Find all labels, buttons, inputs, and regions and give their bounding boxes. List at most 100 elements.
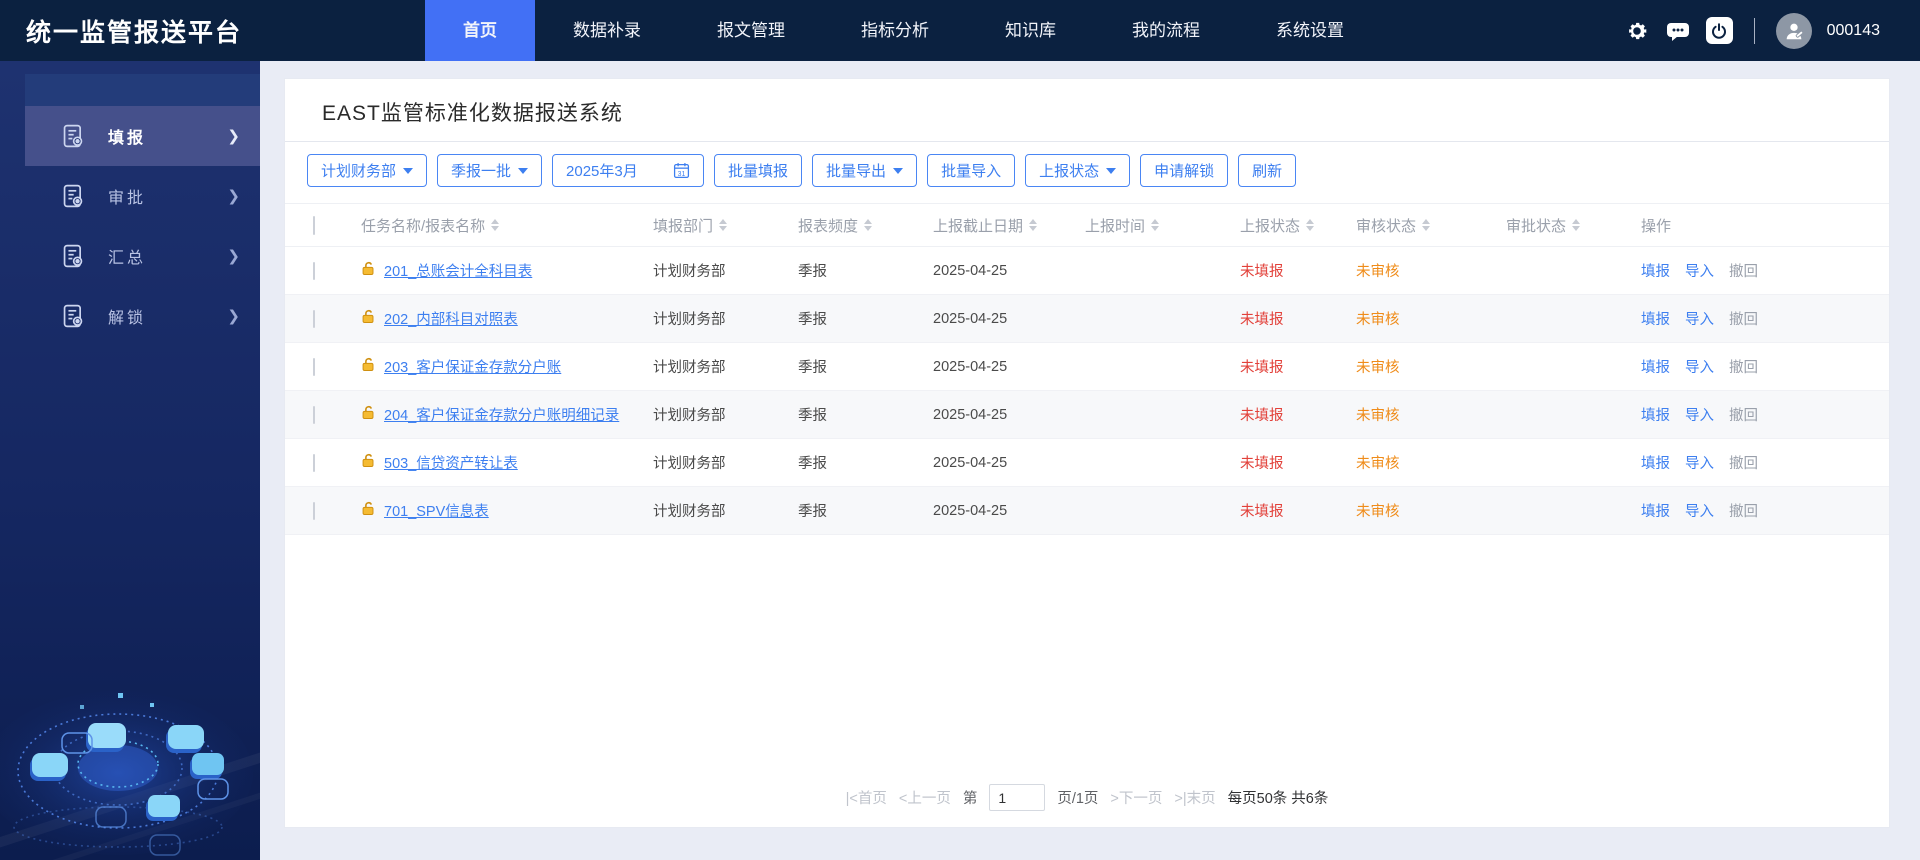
report-name-link[interactable]: 701_SPV信息表: [384, 500, 489, 521]
action-fill-link[interactable]: 填报: [1641, 308, 1670, 329]
toolbar-button[interactable]: 季报一批 31: [437, 154, 543, 187]
cell-audit-status: 未审核: [1356, 264, 1400, 280]
pagination-prev[interactable]: <上一页: [899, 787, 951, 808]
column-header[interactable]: 填报部门: [653, 215, 798, 236]
select-all-checkbox[interactable]: [313, 215, 315, 235]
action-import-link[interactable]: 导入: [1685, 308, 1714, 329]
action-withdraw-link[interactable]: 撤回: [1729, 356, 1758, 377]
sort-icon[interactable]: [1029, 219, 1038, 231]
topnav-item-指标分析[interactable]: 指标分析: [823, 0, 967, 61]
action-fill-link[interactable]: 填报: [1641, 500, 1670, 521]
toolbar-button[interactable]: 刷新 31: [1238, 154, 1297, 187]
cell-report-status: 未填报: [1240, 264, 1284, 280]
cell-department: 计划财务部: [653, 312, 726, 328]
row-checkbox[interactable]: [313, 357, 315, 376]
action-import-link[interactable]: 导入: [1685, 260, 1714, 281]
action-withdraw-link[interactable]: 撤回: [1729, 260, 1758, 281]
topnav-item-数据补录[interactable]: 数据补录: [535, 0, 679, 61]
sidebar-item-解锁[interactable]: 解锁 ❯: [25, 286, 260, 346]
pagination-next[interactable]: >下一页: [1110, 787, 1162, 808]
report-name-link[interactable]: 204_客户保证金存款分户账明细记录: [384, 404, 619, 425]
action-import-link[interactable]: 导入: [1685, 500, 1714, 521]
topnav-item-我的流程[interactable]: 我的流程: [1094, 0, 1238, 61]
topnav-item-报文管理[interactable]: 报文管理: [679, 0, 823, 61]
pagination-page-input[interactable]: [989, 784, 1046, 811]
sort-icon[interactable]: [1306, 219, 1315, 231]
cell-report-status: 未填报: [1240, 408, 1284, 424]
column-header[interactable]: 任务名称/报表名称: [361, 215, 653, 236]
action-withdraw-link[interactable]: 撤回: [1729, 500, 1758, 521]
cell-audit-status: 未审核: [1356, 504, 1400, 520]
topnav-item-系统设置[interactable]: 系统设置: [1238, 0, 1382, 61]
app-title: 统一监管报送平台: [26, 18, 243, 47]
topnav-item-首页[interactable]: 首页: [425, 0, 535, 61]
date-picker[interactable]: 2025年3月 31: [552, 154, 705, 187]
row-checkbox[interactable]: [313, 453, 315, 472]
sidebar-item-label: 汇总: [108, 250, 147, 267]
toolbar-button[interactable]: 批量填报 31: [714, 154, 803, 187]
action-fill-link[interactable]: 填报: [1641, 404, 1670, 425]
gear-icon[interactable]: [1624, 18, 1650, 44]
chevron-right-icon: ❯: [227, 128, 240, 145]
column-header[interactable]: 上报截止日期: [933, 215, 1085, 236]
column-header-label: 操作: [1641, 217, 1672, 235]
lock-open-icon: [361, 405, 376, 424]
top-menu: 首页 数据补录 报文管理 指标分析 知识库 我的流程 系统设置: [425, 0, 1382, 61]
pagination-summary: 每页50条 共6条: [1227, 791, 1329, 807]
sort-icon[interactable]: [491, 219, 500, 231]
column-header[interactable]: 上报状态: [1240, 215, 1356, 236]
pagination-first[interactable]: |<首页: [846, 787, 887, 808]
sidebar-item-汇总[interactable]: 汇总 ❯: [25, 226, 260, 286]
action-withdraw-link[interactable]: 撤回: [1729, 404, 1758, 425]
column-header[interactable]: 审批状态: [1506, 215, 1641, 236]
user-avatar-icon[interactable]: [1775, 12, 1812, 49]
sidebar-header-band: [25, 74, 260, 106]
sidebar-decoration-illustration: [0, 691, 260, 860]
column-header[interactable]: 审核状态: [1356, 215, 1506, 236]
topnav-item-label: 首页: [463, 21, 497, 40]
sidebar-item-填报[interactable]: 填报 ❯: [25, 106, 260, 166]
column-header[interactable]: 上报时间: [1085, 215, 1240, 236]
report-name-link[interactable]: 201_总账会计全科目表: [384, 260, 532, 281]
column-header[interactable]: 操作: [1641, 215, 1889, 236]
sort-icon[interactable]: [719, 219, 728, 231]
cell-deadline: 2025-04-25: [933, 358, 1008, 375]
action-import-link[interactable]: 导入: [1685, 356, 1714, 377]
report-doc-icon: [60, 183, 86, 209]
action-import-link[interactable]: 导入: [1685, 452, 1714, 473]
cell-frequency: 季报: [798, 456, 827, 472]
cell-frequency: 季报: [798, 504, 827, 520]
action-import-link[interactable]: 导入: [1685, 404, 1714, 425]
sort-icon[interactable]: [1151, 219, 1160, 231]
column-header[interactable]: 报表频度: [798, 215, 933, 236]
sidebar-item-审批[interactable]: 审批 ❯: [25, 166, 260, 226]
sidebar: 填报 ❯ 审批 ❯ 汇总 ❯ 解锁 ❯: [0, 61, 260, 860]
action-fill-link[interactable]: 填报: [1641, 260, 1670, 281]
topnav-item-知识库[interactable]: 知识库: [967, 0, 1094, 61]
toolbar-button[interactable]: 申请解锁 31: [1140, 154, 1229, 187]
sort-icon[interactable]: [1572, 219, 1581, 231]
pagination-last[interactable]: >|末页: [1174, 787, 1215, 808]
power-icon[interactable]: [1705, 17, 1733, 44]
report-name-link[interactable]: 203_客户保证金存款分户账: [384, 356, 561, 377]
message-icon[interactable]: [1665, 18, 1691, 44]
toolbar-button[interactable]: 批量导出 31: [812, 154, 918, 187]
row-checkbox[interactable]: [313, 309, 315, 328]
action-withdraw-link[interactable]: 撤回: [1729, 308, 1758, 329]
toolbar-button[interactable]: 上报状态 31: [1025, 154, 1131, 187]
row-checkbox[interactable]: [313, 261, 315, 280]
report-name-link[interactable]: 503_信贷资产转让表: [384, 452, 518, 473]
cell-deadline: 2025-04-25: [933, 454, 1008, 471]
action-fill-link[interactable]: 填报: [1641, 452, 1670, 473]
row-checkbox[interactable]: [313, 405, 315, 424]
sort-icon[interactable]: [864, 219, 873, 231]
action-fill-link[interactable]: 填报: [1641, 356, 1670, 377]
toolbar-button-label: 批量导入: [941, 163, 1002, 180]
action-withdraw-link[interactable]: 撤回: [1729, 452, 1758, 473]
task-table: 任务名称/报表名称 填报部门 报表频度 上报截止日期 上报时间 上报状态 审核状…: [285, 203, 1889, 535]
sort-icon[interactable]: [1422, 219, 1431, 231]
row-checkbox[interactable]: [313, 501, 315, 520]
report-name-link[interactable]: 202_内部科目对照表: [384, 308, 518, 329]
toolbar-button[interactable]: 批量导入 31: [927, 154, 1016, 187]
toolbar-button[interactable]: 计划财务部 31: [307, 154, 428, 187]
